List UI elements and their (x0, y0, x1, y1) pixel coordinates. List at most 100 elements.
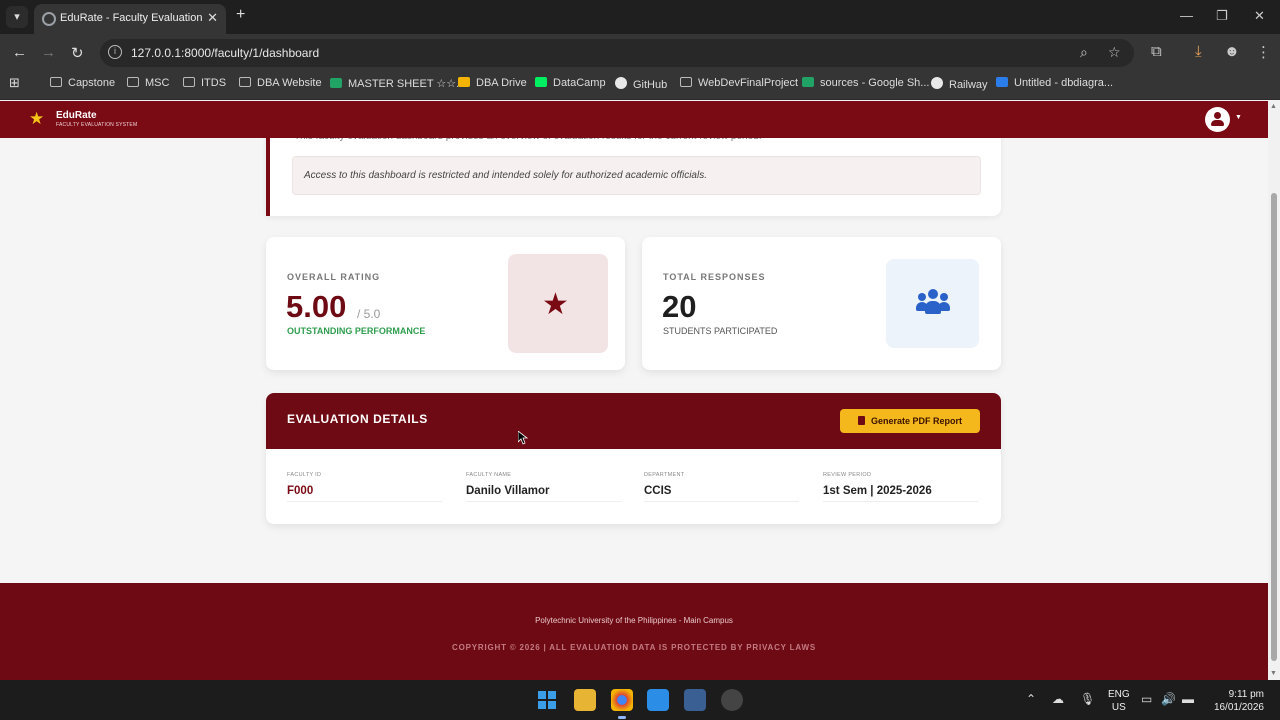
extensions-icon[interactable]: ⧉ (1151, 43, 1162, 60)
folder-icon (127, 77, 139, 87)
browser-tab[interactable]: EduRate - Faculty Evaluation Sy ✕ (34, 4, 226, 34)
microphone-icon[interactable]: 🎙 (1080, 692, 1095, 706)
bookmark-sources[interactable]: sources - Google Sh... (802, 77, 929, 95)
profile-icon[interactable]: ☻ (1224, 43, 1240, 60)
evaluation-details-card: EVALUATION DETAILS Generate PDF Report F… (266, 393, 1001, 524)
bookmark-dba-website[interactable]: DBA Website (239, 77, 322, 95)
site-header: ★ EduRate FACULTY EVALUATION SYSTEM ▼ (0, 101, 1268, 138)
bookmark-datacamp[interactable]: DataCamp (535, 77, 606, 95)
bookmark-msc[interactable]: MSC (127, 77, 169, 95)
user-avatar[interactable] (1205, 107, 1230, 132)
faculty-id-field: FACULTY ID F000 (287, 472, 442, 502)
new-tab-button[interactable]: + (236, 6, 245, 24)
responses-icon-box (886, 259, 979, 348)
timer-icon[interactable] (721, 689, 743, 711)
scroll-down-icon[interactable]: ▼ (1270, 670, 1277, 677)
forward-button[interactable]: → (41, 44, 56, 61)
sheets-icon (802, 77, 814, 87)
datacamp-icon (535, 77, 547, 87)
close-tab-icon[interactable]: ✕ (207, 10, 218, 26)
sheets-icon (330, 78, 342, 88)
access-notice: Access to this dashboard is restricted a… (292, 156, 981, 195)
github-icon (615, 77, 627, 89)
system-clock[interactable]: 9:11 pm 16/01/2026 (1206, 688, 1264, 714)
bookmark-dba-drive[interactable]: DBA Drive (458, 77, 527, 95)
rating-scale: / 5.0 (357, 307, 381, 321)
back-button[interactable]: ← (12, 44, 27, 61)
chrome-icon[interactable] (611, 689, 633, 719)
field-label: REVIEW PERIOD (823, 472, 872, 478)
onedrive-icon[interactable]: ☁ (1052, 692, 1064, 706)
overall-rating-card: OVERALL RATING 5.00 / 5.0 OUTSTANDING PE… (266, 237, 625, 370)
folder-icon (680, 77, 692, 87)
restore-button[interactable]: ❐ (1216, 8, 1228, 24)
vscode-icon[interactable] (647, 689, 669, 711)
scroll-thumb[interactable] (1271, 193, 1277, 661)
folder-icon (239, 77, 251, 87)
field-value: F000 (287, 485, 314, 497)
user-icon (1214, 112, 1221, 119)
bookmark-capstone[interactable]: Capstone (50, 77, 115, 95)
url-text[interactable]: 127.0.0.1:8000/faculty/1/dashboard (131, 46, 319, 60)
rating-icon-box: ★ (508, 254, 608, 353)
scroll-up-icon[interactable]: ▲ (1270, 103, 1277, 110)
field-value: 1st Sem | 2025-2026 (823, 485, 932, 497)
logo-star-icon: ★ (29, 109, 45, 128)
bookmark-webdev[interactable]: WebDevFinalProject (680, 77, 798, 95)
app-icon[interactable] (684, 689, 706, 711)
mouse-cursor-icon (518, 431, 528, 445)
reload-button[interactable]: ↻ (71, 44, 84, 62)
drive-icon (458, 77, 470, 87)
footer-copyright: COPYRIGHT © 2026 | ALL EVALUATION DATA I… (452, 643, 816, 652)
site-info-icon[interactable]: i (108, 45, 122, 59)
bookmark-dbdiagram[interactable]: Untitled - dbdiagra... (996, 77, 1113, 95)
file-explorer-icon[interactable] (574, 689, 596, 711)
apps-grid-icon[interactable]: ⊞ (9, 75, 20, 93)
bookmark-master-sheet[interactable]: MASTER SHEET ☆☆.. (330, 77, 462, 95)
total-responses-card: TOTAL RESPONSES 20 STUDENTS PARTICIPATED (642, 237, 1001, 370)
evaluation-details-title: EVALUATION DETAILS (287, 412, 428, 426)
bookmark-itds[interactable]: ITDS (183, 77, 226, 95)
bookmark-star-icon[interactable]: ☆ (1108, 44, 1121, 61)
bookmarks-bar: ⊞ Capstone MSC ITDS DBA Website MASTER S… (0, 72, 1280, 100)
address-toolbar: ← → ↻ i 127.0.0.1:8000/faculty/1/dashboa… (0, 34, 1280, 72)
minimize-button[interactable]: — (1180, 8, 1193, 23)
field-value: Danilo Villamor (466, 485, 550, 497)
network-icon[interactable]: ▭ (1141, 692, 1152, 706)
bookmark-github[interactable]: GitHub (615, 77, 667, 95)
page-scrollbar[interactable]: ▲ ▼ (1268, 101, 1280, 680)
review-period-field: REVIEW PERIOD 1st Sem | 2025-2026 (823, 472, 978, 502)
total-responses-label: TOTAL RESPONSES (663, 272, 766, 282)
pdf-file-icon (857, 416, 865, 425)
field-label: FACULTY ID (287, 472, 322, 478)
star-icon: ★ (542, 288, 569, 321)
tab-search-button[interactable]: ▾ (6, 6, 28, 28)
globe-icon (42, 12, 56, 26)
windows-start-icon[interactable] (538, 691, 556, 709)
students-participated-label: STUDENTS PARTICIPATED (663, 326, 778, 336)
dbdiagram-icon (996, 77, 1008, 87)
volume-icon[interactable]: 🔊 (1161, 692, 1176, 706)
field-label: DEPARTMENT (644, 472, 685, 478)
evaluation-details-header: EVALUATION DETAILS Generate PDF Report (266, 393, 1001, 449)
brand-name[interactable]: EduRate (56, 110, 97, 121)
generate-pdf-button[interactable]: Generate PDF Report (840, 409, 980, 433)
close-window-button[interactable]: ✕ (1254, 8, 1265, 24)
browser-tab-bar: ▾ EduRate - Faculty Evaluation Sy ✕ + — … (0, 0, 1280, 34)
address-bar[interactable]: i 127.0.0.1:8000/faculty/1/dashboard ⌕ ☆ (100, 39, 1134, 67)
brand-subtitle: FACULTY EVALUATION SYSTEM (56, 122, 138, 128)
language-indicator[interactable]: ENG US (1108, 688, 1130, 714)
chevron-down-icon[interactable]: ▼ (1235, 114, 1242, 121)
menu-icon[interactable]: ⋮ (1256, 43, 1271, 61)
zoom-icon[interactable]: ⌕ (1080, 44, 1088, 61)
tray-chevron-icon[interactable]: ⌃ (1026, 692, 1036, 706)
battery-icon[interactable]: ▬ (1182, 692, 1194, 706)
overall-rating-value: 5.00 (286, 289, 347, 324)
field-value: CCIS (644, 485, 672, 497)
folder-icon (50, 77, 62, 87)
bookmark-railway[interactable]: Railway (931, 77, 988, 95)
access-notice-text: Access to this dashboard is restricted a… (304, 170, 707, 181)
page-viewport: This faculty evaluation dashboard provid… (0, 101, 1268, 680)
users-icon (916, 289, 950, 317)
download-icon[interactable]: ⤓ (1195, 43, 1202, 60)
